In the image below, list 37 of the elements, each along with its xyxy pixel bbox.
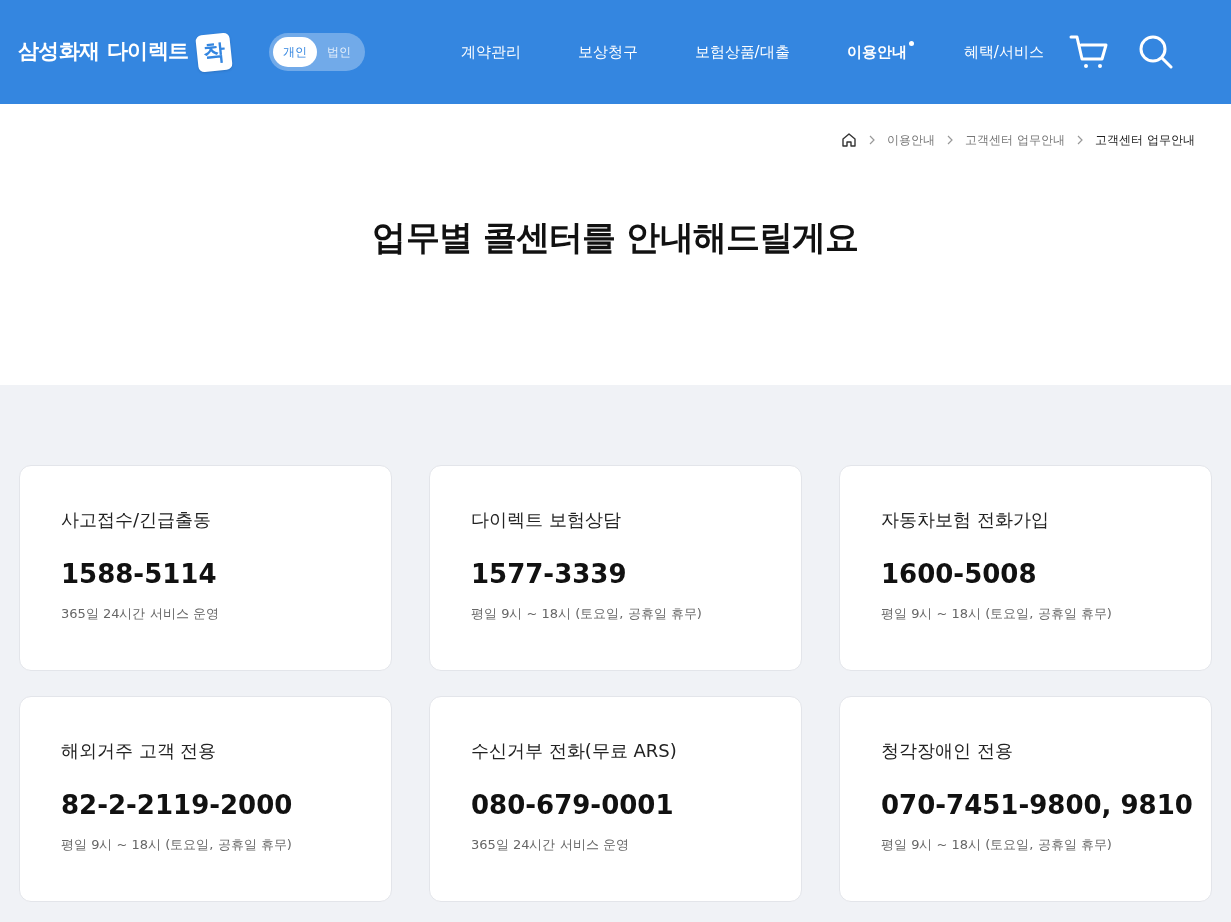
- service-hours: 365일 24시간 서비스 운영: [471, 836, 630, 854]
- phone-number: 070-7451-9800, 9810: [881, 789, 1194, 822]
- phone-number: 1588-5114: [61, 558, 218, 591]
- nav-link[interactable]: 보험상품/대출: [694, 40, 797, 64]
- service-hours: 평일 9시 ~ 18시 (토요일, 공휴일 휴무): [881, 836, 1113, 854]
- nav-link[interactable]: 혜택/서비스: [963, 40, 1051, 64]
- segment-tab[interactable]: 법인: [316, 37, 361, 67]
- phone-number: 1577-3339: [471, 558, 628, 591]
- card-title: 자동차보험 전화가입: [881, 508, 1050, 532]
- phone-number: 82-2-2119-2000: [61, 789, 294, 822]
- phone-number: 1600-5008: [881, 558, 1038, 591]
- cart-icon[interactable]: [1069, 34, 1109, 70]
- nav-link[interactable]: 이용안내: [846, 40, 914, 64]
- card-title: 청각장애인 전용: [881, 739, 1014, 763]
- segment-tab[interactable]: 개인: [272, 37, 317, 67]
- breadcrumb-link[interactable]: 이용안내: [887, 131, 936, 149]
- nav-link[interactable]: 보상청구: [577, 40, 645, 64]
- service-hours: 평일 9시 ~ 18시 (토요일, 공휴일 휴무): [61, 836, 293, 854]
- service-hours: 평일 9시 ~ 18시 (토요일, 공휴일 휴무): [471, 605, 703, 623]
- logo-text[interactable]: 삼성화재 다이렉트: [18, 36, 189, 68]
- chevron-icon: [869, 135, 876, 145]
- card-title: 사고접수/긴급출동: [61, 508, 213, 532]
- nav-link[interactable]: 계약관리: [460, 40, 528, 64]
- logo-badge[interactable]: 착: [194, 31, 233, 73]
- breadcrumb-link[interactable]: 고객센터 업무안내: [965, 131, 1066, 149]
- phone-number: 080-679-0001: [471, 789, 675, 822]
- breadcrumb-link[interactable]: 고객센터 업무안내: [1095, 131, 1195, 149]
- card-title: 수신거부 전화(무료 ARS): [471, 739, 678, 763]
- page-title: 업무별 콜센터를 안내해드릴게요: [371, 216, 860, 259]
- service-hours: 365일 24시간 서비스 운영: [61, 605, 220, 623]
- card-title: 해외거주 고객 전용: [61, 739, 218, 763]
- home-icon[interactable]: [841, 132, 858, 148]
- service-hours: 평일 9시 ~ 18시 (토요일, 공휴일 휴무): [881, 605, 1113, 623]
- search-icon[interactable]: [1139, 35, 1173, 69]
- chevron-icon: [1077, 135, 1084, 145]
- chevron-icon: [947, 135, 954, 145]
- card-title: 다이렉트 보험상담: [471, 508, 622, 532]
